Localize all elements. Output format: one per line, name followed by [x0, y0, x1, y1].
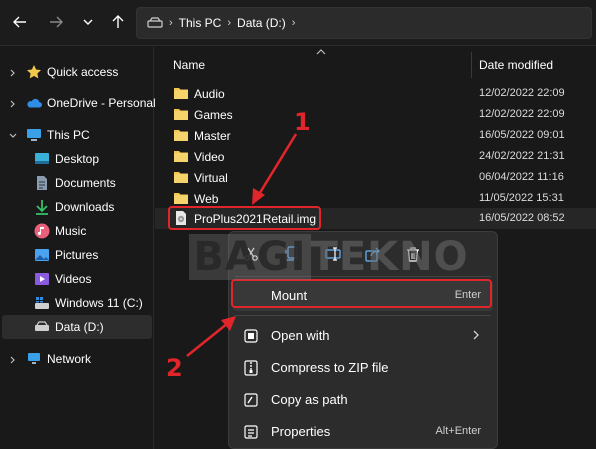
annotation-arrows — [186, 133, 298, 358]
annotation-number-2: 2 — [166, 354, 183, 382]
annotation-arrow-2 — [186, 321, 229, 358]
annotation-arrowhead-1 — [252, 188, 265, 205]
annotation-arrowhead-2 — [221, 316, 236, 331]
annotation-number-1: 1 — [294, 108, 311, 136]
annotation-arrow-1 — [256, 133, 298, 197]
